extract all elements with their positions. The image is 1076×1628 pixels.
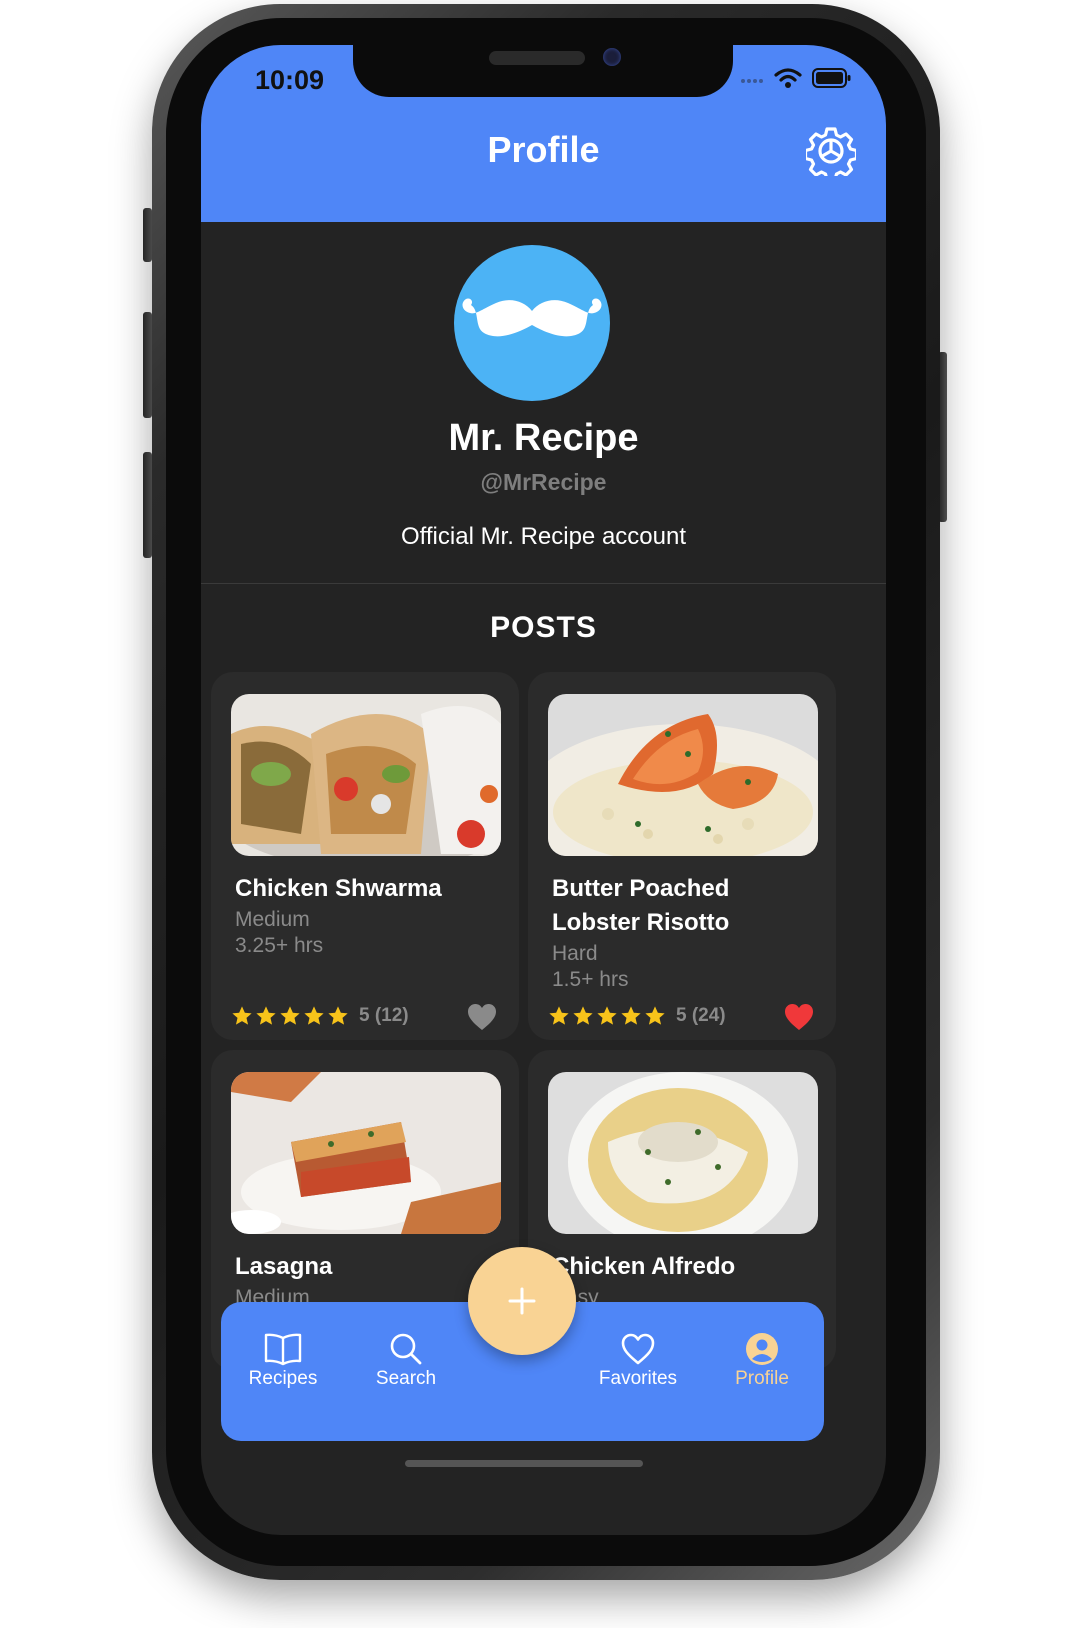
recipe-title: Lasagna [235, 1253, 333, 1280]
plus-icon [508, 1287, 536, 1315]
phone-volume-up-button [143, 312, 152, 418]
recipe-image [548, 694, 818, 856]
home-indicator [405, 1460, 643, 1467]
phone-silent-switch [143, 208, 152, 262]
star-icon [645, 1006, 665, 1025]
recipe-image [231, 1072, 501, 1234]
star-icon [232, 1006, 252, 1025]
app-header: 10:09 Profile [201, 45, 886, 222]
favorite-heart-icon[interactable] [467, 1003, 497, 1031]
recipe-difficulty: Hard [552, 942, 598, 965]
tab-recipes[interactable]: Recipes [233, 1332, 333, 1390]
posts-heading: POSTS [490, 611, 597, 644]
recipe-time: 1.5+ hrs [552, 968, 629, 991]
star-icon [597, 1006, 617, 1025]
recipe-card[interactable]: Chicken Shwarma Medium 3.25+ hrs 5 (12) [211, 672, 519, 1040]
rating-text: 5 (24) [676, 1005, 726, 1026]
page-title: Profile [487, 129, 600, 170]
recipe-title: Chicken Alfredo [552, 1253, 736, 1280]
phone-volume-down-button [143, 452, 152, 558]
recipe-image [231, 694, 501, 856]
book-icon [264, 1333, 302, 1366]
status-time: 10:09 [255, 65, 325, 95]
signal-icon [741, 79, 763, 83]
star-icon [573, 1006, 593, 1025]
star-icon [328, 1006, 348, 1025]
tab-label: Profile [735, 1368, 789, 1389]
star-icon [304, 1006, 324, 1025]
tab-label: Recipes [248, 1368, 318, 1389]
add-recipe-button[interactable] [468, 1247, 576, 1355]
tab-label: Search [375, 1368, 437, 1389]
recipe-rating: 5 (24) [548, 1005, 726, 1027]
star-icon [621, 1006, 641, 1025]
app-screen: 10:09 Profile Mr. Recipe @MrRecipe Offic… [201, 45, 886, 1535]
gear-icon[interactable] [806, 126, 856, 176]
profile-bio: Official Mr. Recipe account [400, 523, 686, 550]
battery-icon [812, 68, 851, 88]
recipe-rating: 5 (12) [231, 1005, 409, 1027]
search-icon [390, 1333, 422, 1365]
recipe-card[interactable]: Butter Poached Lobster Risotto Hard 1.5+… [528, 672, 836, 1040]
phone-notch [353, 45, 733, 97]
tab-label: Favorites [598, 1368, 678, 1389]
tab-profile[interactable]: Profile [712, 1332, 812, 1390]
star-icon [280, 1006, 300, 1025]
mustache-icon [462, 298, 602, 337]
profile-handle: @MrRecipe [480, 469, 607, 495]
recipe-time: 3.25+ hrs [235, 934, 324, 957]
status-icons [740, 67, 852, 89]
star-icon [256, 1006, 276, 1025]
user-icon [746, 1333, 778, 1365]
avatar [454, 245, 610, 401]
favorite-heart-icon[interactable] [784, 1003, 814, 1031]
tab-search[interactable]: Search [356, 1332, 456, 1390]
divider [201, 583, 886, 584]
wifi-icon [774, 68, 802, 88]
profile-name: Mr. Recipe [448, 417, 639, 459]
star-icon [549, 1006, 569, 1025]
rating-text: 5 (12) [359, 1005, 409, 1026]
tab-favorites[interactable]: Favorites [588, 1332, 688, 1390]
recipe-image [548, 1072, 818, 1234]
heart-icon [621, 1333, 655, 1365]
recipe-title: Chicken Shwarma [235, 875, 442, 902]
recipe-title: Butter Poached Lobster Risotto [552, 875, 730, 936]
recipe-difficulty: Medium [235, 908, 310, 931]
